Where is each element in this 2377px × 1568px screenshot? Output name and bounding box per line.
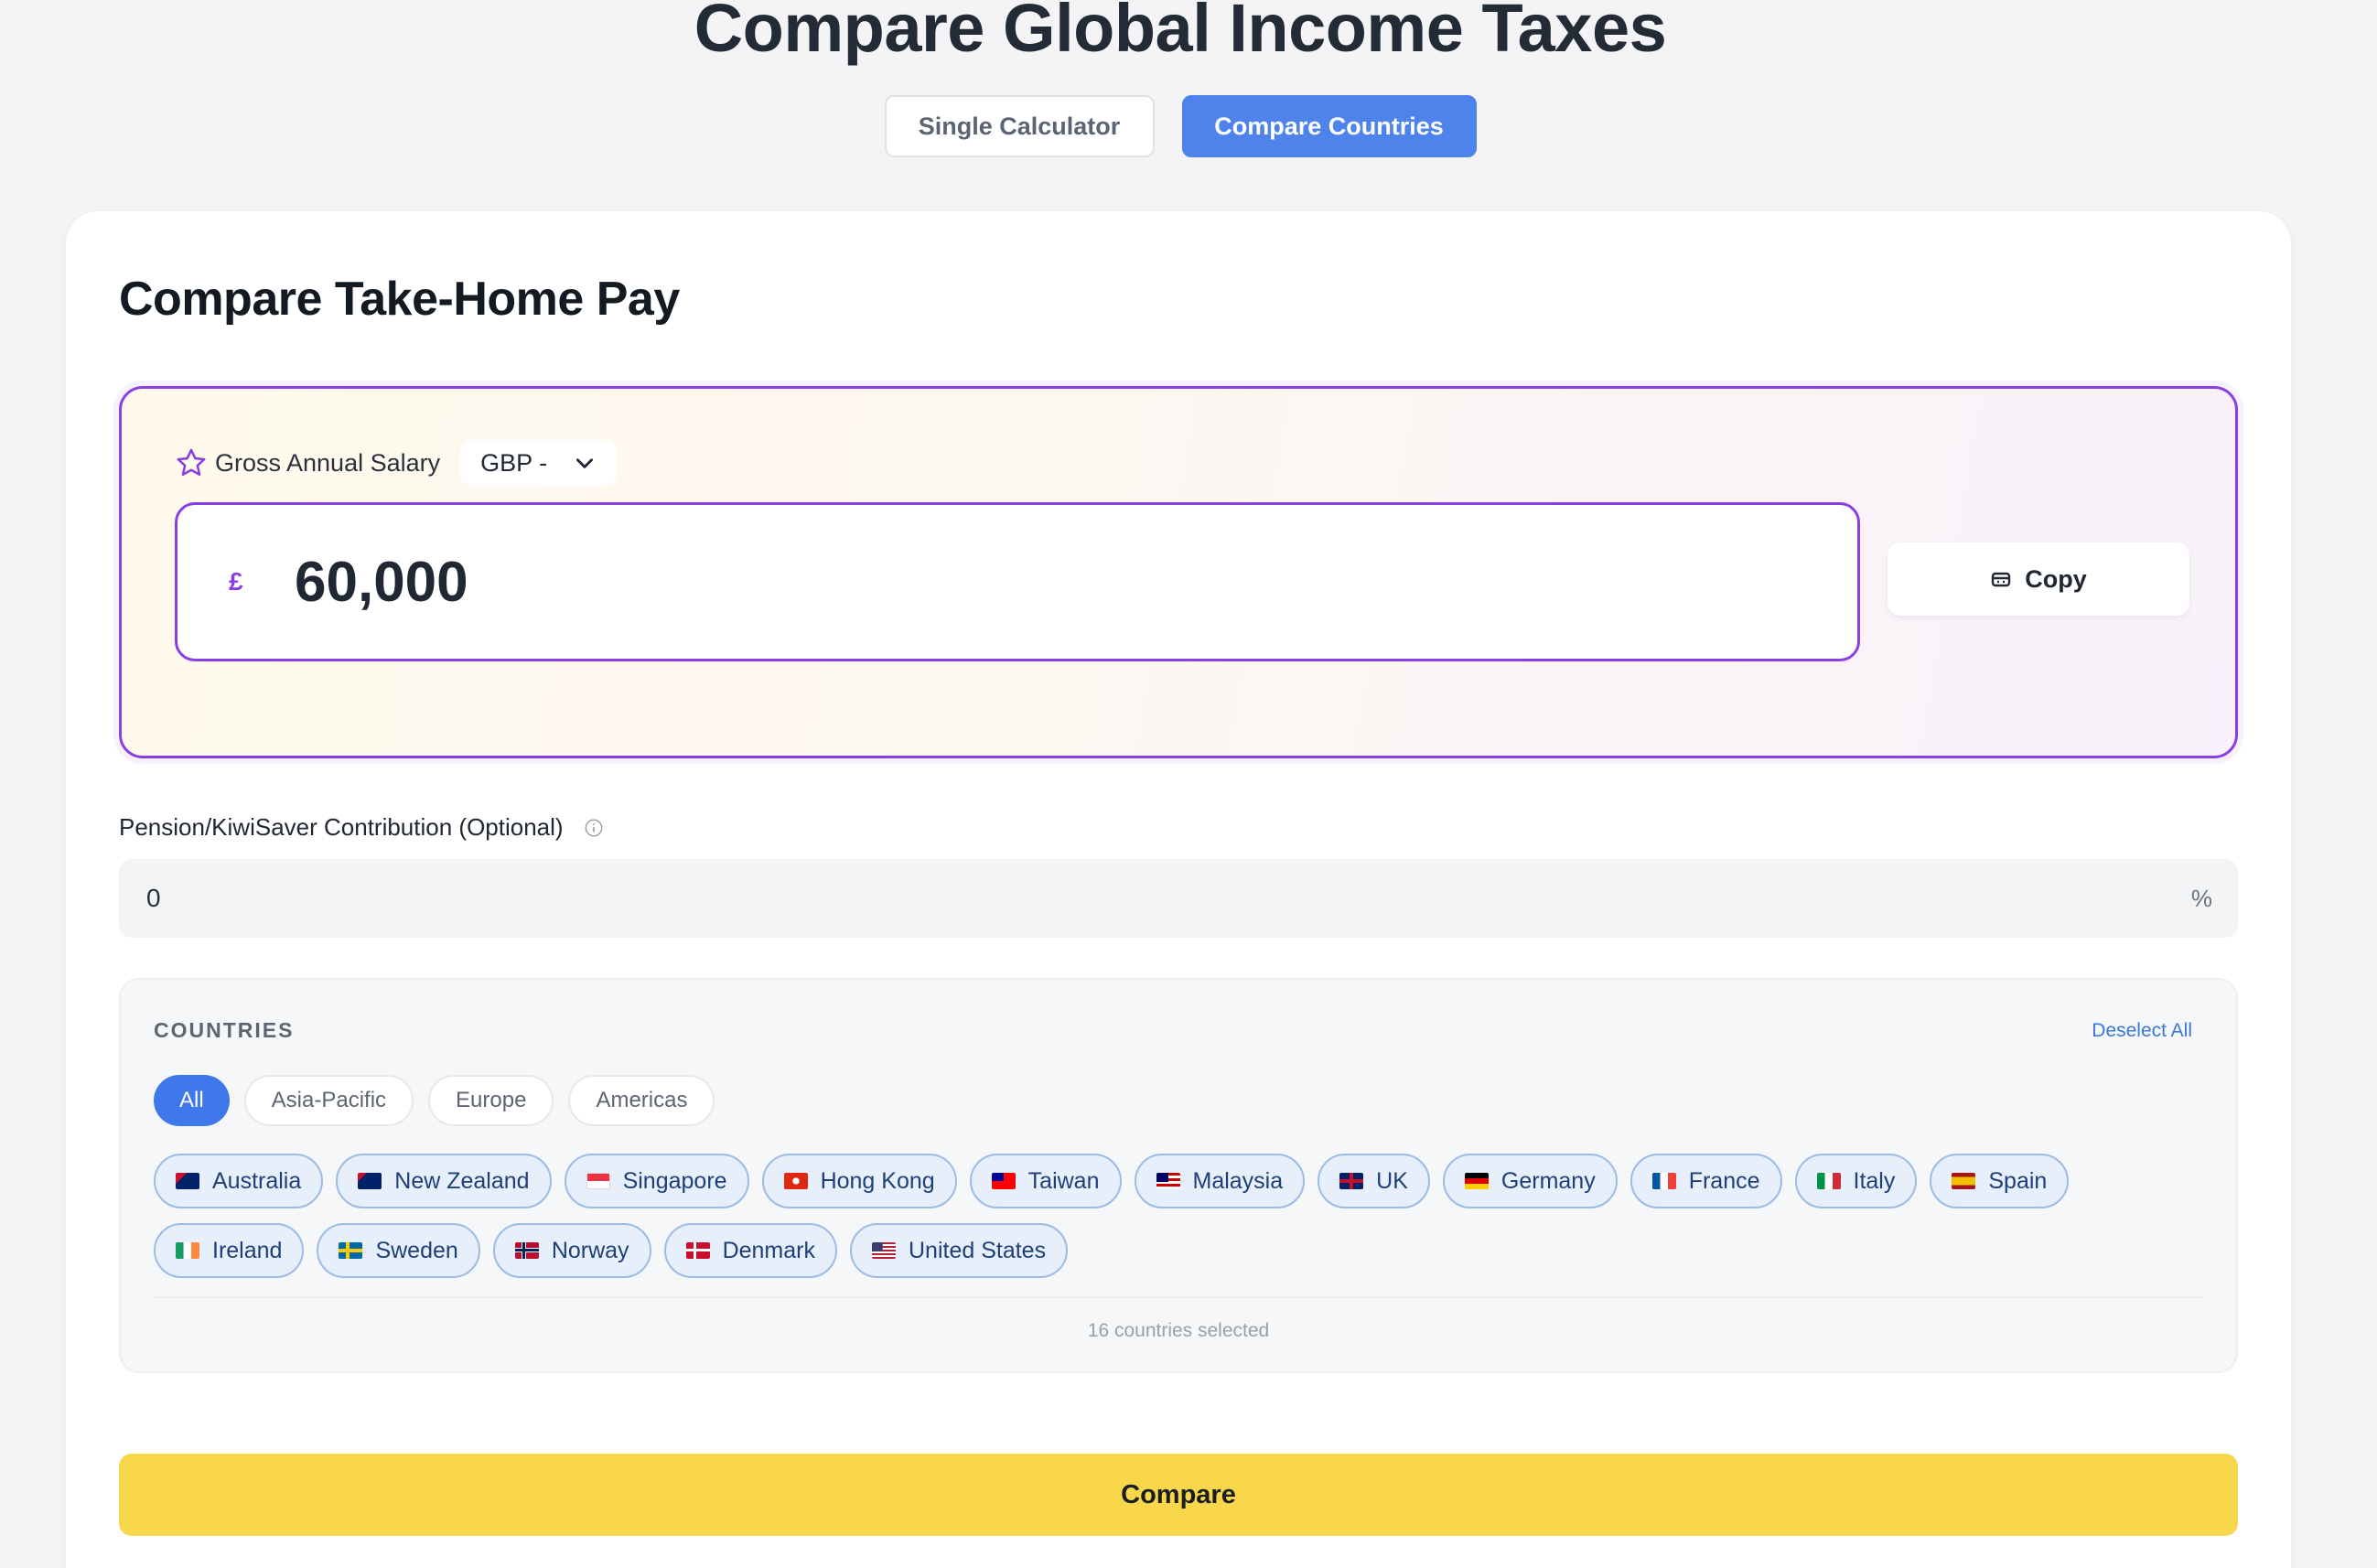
country-chip-norway[interactable]: Norway [492, 1223, 651, 1278]
star-icon [177, 448, 206, 477]
pension-label-row: Pension/KiwiSaver Contribution (Optional… [119, 813, 604, 842]
country-chip-label: Sweden [375, 1237, 458, 1263]
malaysia-flag-icon [1156, 1173, 1180, 1189]
country-chip-uk[interactable]: UK [1318, 1154, 1430, 1208]
currency-select[interactable]: GBP - [460, 440, 618, 486]
ireland-flag-icon [176, 1242, 199, 1259]
salary-panel: Gross Annual Salary GBP - £ Copy [119, 386, 2238, 758]
region-filter-asia-pacific[interactable]: Asia-Pacific [243, 1075, 414, 1126]
country-chip-label: UK [1376, 1167, 1408, 1194]
hong-kong-flag-icon [783, 1173, 808, 1189]
countries-heading: COUNTRIES [154, 1018, 295, 1042]
percent-suffix: % [2190, 884, 2212, 912]
country-chip-label: France [1688, 1167, 1760, 1194]
salary-label: Gross Annual Salary [215, 448, 441, 477]
country-chip-malaysia[interactable]: Malaysia [1134, 1154, 1306, 1208]
country-chip-label: Italy [1853, 1167, 1896, 1194]
united-states-flag-icon [871, 1242, 896, 1259]
compare-button[interactable]: Compare [119, 1454, 2238, 1536]
country-chip-label: Taiwan [1027, 1167, 1100, 1194]
currency-symbol: £ [229, 567, 243, 596]
france-flag-icon [1651, 1173, 1676, 1189]
country-chip-label: Australia [212, 1167, 302, 1194]
country-chip-sweden[interactable]: Sweden [317, 1223, 480, 1278]
chevron-down-icon [576, 458, 594, 468]
country-chip-spain[interactable]: Spain [1930, 1154, 2070, 1208]
singapore-flag-icon [586, 1173, 610, 1189]
sweden-flag-icon [339, 1242, 363, 1259]
countries-panel: COUNTRIES Deselect All All Asia-Pacific … [119, 978, 2238, 1373]
currency-value: GBP - [480, 448, 548, 477]
country-chip-hong-kong[interactable]: Hong Kong [761, 1154, 957, 1208]
divider [154, 1296, 2203, 1298]
pension-input[interactable] [146, 884, 2123, 913]
country-chip-label: Norway [551, 1237, 629, 1263]
country-chip-denmark[interactable]: Denmark [663, 1223, 837, 1278]
spain-flag-icon [1952, 1173, 1976, 1189]
section-title: Compare Take-Home Pay [119, 273, 680, 326]
new-zealand-flag-icon [358, 1173, 382, 1189]
country-chip-label: Hong Kong [820, 1167, 935, 1194]
salary-field: £ [175, 502, 1860, 661]
pension-field: % [119, 859, 2238, 938]
salary-label-row: Gross Annual Salary GBP - [175, 440, 618, 486]
selected-count: 16 countries selected [1087, 1320, 1270, 1341]
country-chip-italy[interactable]: Italy [1794, 1154, 1918, 1208]
country-chip-label: Ireland [212, 1237, 283, 1263]
germany-flag-icon [1464, 1173, 1489, 1189]
region-filter-europe[interactable]: Europe [428, 1075, 554, 1126]
australia-flag-icon [176, 1173, 199, 1189]
country-chip-label: United States [908, 1237, 1047, 1263]
country-chip-australia[interactable]: Australia [154, 1154, 324, 1208]
country-chip-taiwan[interactable]: Taiwan [969, 1154, 1122, 1208]
country-chip-label: Malaysia [1192, 1167, 1284, 1194]
country-chip-label: Germany [1500, 1167, 1596, 1194]
copy-icon [1992, 572, 2011, 587]
country-chip-singapore[interactable]: Singapore [564, 1154, 749, 1208]
copy-button[interactable]: Copy [1888, 542, 2189, 616]
salary-input[interactable] [295, 549, 1667, 615]
country-chip-label: New Zealand [394, 1167, 530, 1194]
country-chip-new-zealand[interactable]: New Zealand [336, 1154, 552, 1208]
info-icon[interactable] [584, 818, 604, 838]
compare-card: Compare Take-Home Pay Gross Annual Salar… [66, 211, 2291, 1568]
country-chip-label: Singapore [622, 1167, 727, 1194]
deselect-all-link[interactable]: Deselect All [2092, 1020, 2192, 1042]
region-filter-americas[interactable]: Americas [568, 1075, 715, 1126]
pension-label: Pension/KiwiSaver Contribution (Optional… [119, 813, 564, 841]
region-filters: All Asia-Pacific Europe Americas [154, 1075, 715, 1126]
tab-single-calculator[interactable]: Single Calculator [884, 95, 1155, 157]
country-chip-label: Denmark [722, 1237, 815, 1263]
region-filter-all[interactable]: All [154, 1075, 230, 1126]
italy-flag-icon [1816, 1173, 1841, 1189]
taiwan-flag-icon [991, 1173, 1016, 1189]
page-title: Compare Global Income Taxes [694, 0, 1667, 66]
uk-flag-icon [1339, 1173, 1364, 1189]
country-chip-germany[interactable]: Germany [1442, 1154, 1618, 1208]
copy-label: Copy [2025, 564, 2087, 593]
norway-flag-icon [514, 1242, 539, 1259]
country-chip-france[interactable]: France [1629, 1154, 1782, 1208]
mode-tabs: Single Calculator Compare Countries [0, 95, 2361, 157]
denmark-flag-icon [685, 1242, 710, 1259]
tab-compare-countries[interactable]: Compare Countries [1181, 95, 1477, 157]
country-chip-label: Spain [1988, 1167, 2048, 1194]
country-chip-list: Australia New Zealand Singapore Hong Kon… [154, 1154, 2203, 1278]
country-chip-united-states[interactable]: United States [849, 1223, 1069, 1278]
country-chip-ireland[interactable]: Ireland [154, 1223, 305, 1278]
